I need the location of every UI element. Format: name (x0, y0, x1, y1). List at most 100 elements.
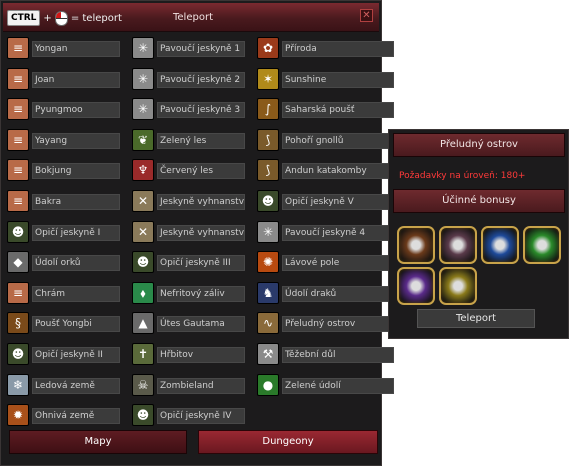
map-entry-label: Yayang (32, 133, 120, 149)
leaf-icon: ❦ (132, 129, 154, 151)
map-entry[interactable]: ≡ Yayang (7, 129, 123, 151)
map-entry-label: Pyungmoo (32, 102, 120, 118)
beetle-icon: ● (257, 374, 279, 396)
map-entry[interactable]: ⟆ Andun katakomby (257, 159, 394, 181)
bonus-title: Účinné bonusy (393, 189, 565, 213)
map-entry[interactable]: ☻ Opičí jeskyně I (7, 221, 123, 243)
monkey-icon: ☻ (132, 251, 154, 273)
map-entry[interactable]: ≡ Bakra (7, 190, 123, 212)
map-entry[interactable]: ⬧ Nefritový záliv (132, 282, 248, 304)
map-entry[interactable]: ⟆ Pohoří gnollů (257, 129, 394, 151)
map-entry-label: Pavoučí jeskyně 2 (157, 72, 245, 88)
map-entry[interactable]: ≡ Pyungmoo (7, 98, 123, 120)
map-entry[interactable]: ≡ Joan (7, 68, 123, 90)
scroll-icon: ≡ (7, 98, 29, 120)
map-entry[interactable]: ♞ Údolí draků (257, 282, 394, 304)
lizard-icon: ∿ (257, 312, 279, 334)
gold-orb-bonus-icon (439, 267, 477, 305)
map-entry-label: Pohoří gnollů (282, 133, 394, 149)
map-entry[interactable]: ✹ Ohnivá země (7, 404, 123, 426)
sun-icon: ✶ (257, 68, 279, 90)
ice-icon: ❄ (7, 374, 29, 396)
map-entry[interactable]: ☠ Zombieland (132, 374, 248, 396)
map-entry-label: Yongan (32, 41, 120, 57)
map-entry[interactable]: ✳ Pavoučí jeskyně 2 (132, 68, 248, 90)
map-entry-label: Saharská poušť (282, 102, 394, 118)
dungeons-tab-button[interactable]: Dungeony (198, 430, 378, 454)
monkey-icon: ☻ (257, 190, 279, 212)
map-entry-label: Pavoučí jeskyně 3 (157, 102, 245, 118)
spider-icon: ✳ (132, 98, 154, 120)
map-entry[interactable]: ∿ Přeludný ostrov (257, 312, 394, 334)
map-entry-label: Ohnivá země (32, 408, 120, 424)
map-entry[interactable]: ✿ Příroda (257, 37, 394, 59)
map-entry-label: Příroda (282, 41, 394, 57)
map-entry-label: Opičí jeskyně V (282, 194, 394, 210)
blue-rune-bonus-icon (481, 226, 519, 264)
claw-icon: ⟆ (257, 129, 279, 151)
map-entry-label: Joan (32, 72, 120, 88)
map-entry-label: Zelené údolí (282, 378, 394, 394)
map-entry[interactable]: ✝ Hřbitov (132, 343, 248, 365)
spider-icon: ✳ (132, 68, 154, 90)
map-entry[interactable]: ☻ Opičí jeskyně III (132, 251, 248, 273)
map-entry-label: Nefritový záliv (157, 286, 245, 302)
map-entry[interactable]: ≡ Bokjung (7, 159, 123, 181)
scroll-icon: ≡ (7, 282, 29, 304)
map-entry-label: Opičí jeskyně I (32, 225, 120, 241)
map-entry[interactable]: ✳ Pavoučí jeskyně 1 (132, 37, 248, 59)
scroll-icon: ≡ (7, 68, 29, 90)
map-entry-label: Ledová země (32, 378, 120, 394)
bones-icon: ✕ (132, 221, 154, 243)
map-entry[interactable]: ● Zelené údolí (257, 374, 394, 396)
map-entry-label: Andun katakomby (282, 163, 394, 179)
map-entry[interactable]: ✕ Jeskyně vyhnanství I (132, 190, 248, 212)
close-icon[interactable]: ✕ (360, 9, 373, 22)
map-entry-label: Hřbitov (157, 347, 245, 363)
coral-icon: ♆ (132, 159, 154, 181)
map-entry-label: Poušť Yongbi (32, 316, 120, 332)
map-entry[interactable]: ✶ Sunshine (257, 68, 394, 90)
map-entry[interactable]: ❄ Ledová země (7, 374, 123, 396)
fire-icon: ✹ (7, 404, 29, 426)
zombie-icon: ☠ (132, 374, 154, 396)
map-entry[interactable]: ✺ Lávové pole (257, 251, 394, 273)
jade-icon: ⬧ (132, 282, 154, 304)
title-bar[interactable]: CTRL + = teleport Teleport ✕ (3, 3, 379, 32)
map-entry-label: Zelený les (157, 133, 245, 149)
map-entry[interactable]: ❦ Zelený les (132, 129, 248, 151)
map-entry[interactable]: ◆ Údolí orků (7, 251, 123, 273)
teleport-button[interactable]: Teleport (417, 309, 535, 328)
map-entry[interactable]: ☻ Opičí jeskyně IV (132, 404, 248, 426)
map-entry[interactable]: ⚒ Těžební důl (257, 343, 394, 365)
map-entry[interactable]: ∫ Saharská poušť (257, 98, 394, 120)
teleport-window: CTRL + = teleport Teleport ✕ ≡ Yongan ≡ Joa… (0, 0, 394, 466)
map-entry[interactable]: ✕Jeskyně vyhnanství II (132, 221, 248, 243)
map-entry[interactable]: ✳ Pavoučí jeskyně 3 (132, 98, 248, 120)
map-entry[interactable]: ≡ Chrám (7, 282, 123, 304)
paw-bonus-icon (397, 226, 435, 264)
monkey-icon: ☻ (7, 343, 29, 365)
cliff-icon: ▲ (132, 312, 154, 334)
map-entry-label: Červený les (157, 163, 245, 179)
map-entry-label: Bokjung (32, 163, 120, 179)
map-entry[interactable]: ✳ Pavoučí jeskyně 4 (257, 221, 394, 243)
map-entry[interactable]: § Poušť Yongbi (7, 312, 123, 334)
map-entry-label: Útes Gautama (157, 316, 245, 332)
hint-text: = teleport (70, 12, 122, 24)
hint-plus: + (43, 12, 52, 24)
level-requirement: Požadavky na úroveň: 180+ (399, 171, 526, 181)
maps-tab-button[interactable]: Mapy (9, 430, 187, 454)
monkey-icon: ☻ (7, 221, 29, 243)
green-orb-bonus-icon (523, 226, 561, 264)
claw-icon: ⟆ (257, 159, 279, 181)
scroll-icon: ≡ (7, 129, 29, 151)
ctrl-key-badge: CTRL (7, 10, 41, 26)
map-entry[interactable]: ▲ Útes Gautama (132, 312, 248, 334)
map-entry-label: Lávové pole (282, 255, 394, 271)
map-entry[interactable]: ☻ Opičí jeskyně V (257, 190, 394, 212)
map-entry[interactable]: ☻ Opičí jeskyně II (7, 343, 123, 365)
map-entry[interactable]: ≡ Yongan (7, 37, 123, 59)
map-entry-label: Pavoučí jeskyně 1 (157, 41, 245, 57)
map-entry[interactable]: ♆ Červený les (132, 159, 248, 181)
